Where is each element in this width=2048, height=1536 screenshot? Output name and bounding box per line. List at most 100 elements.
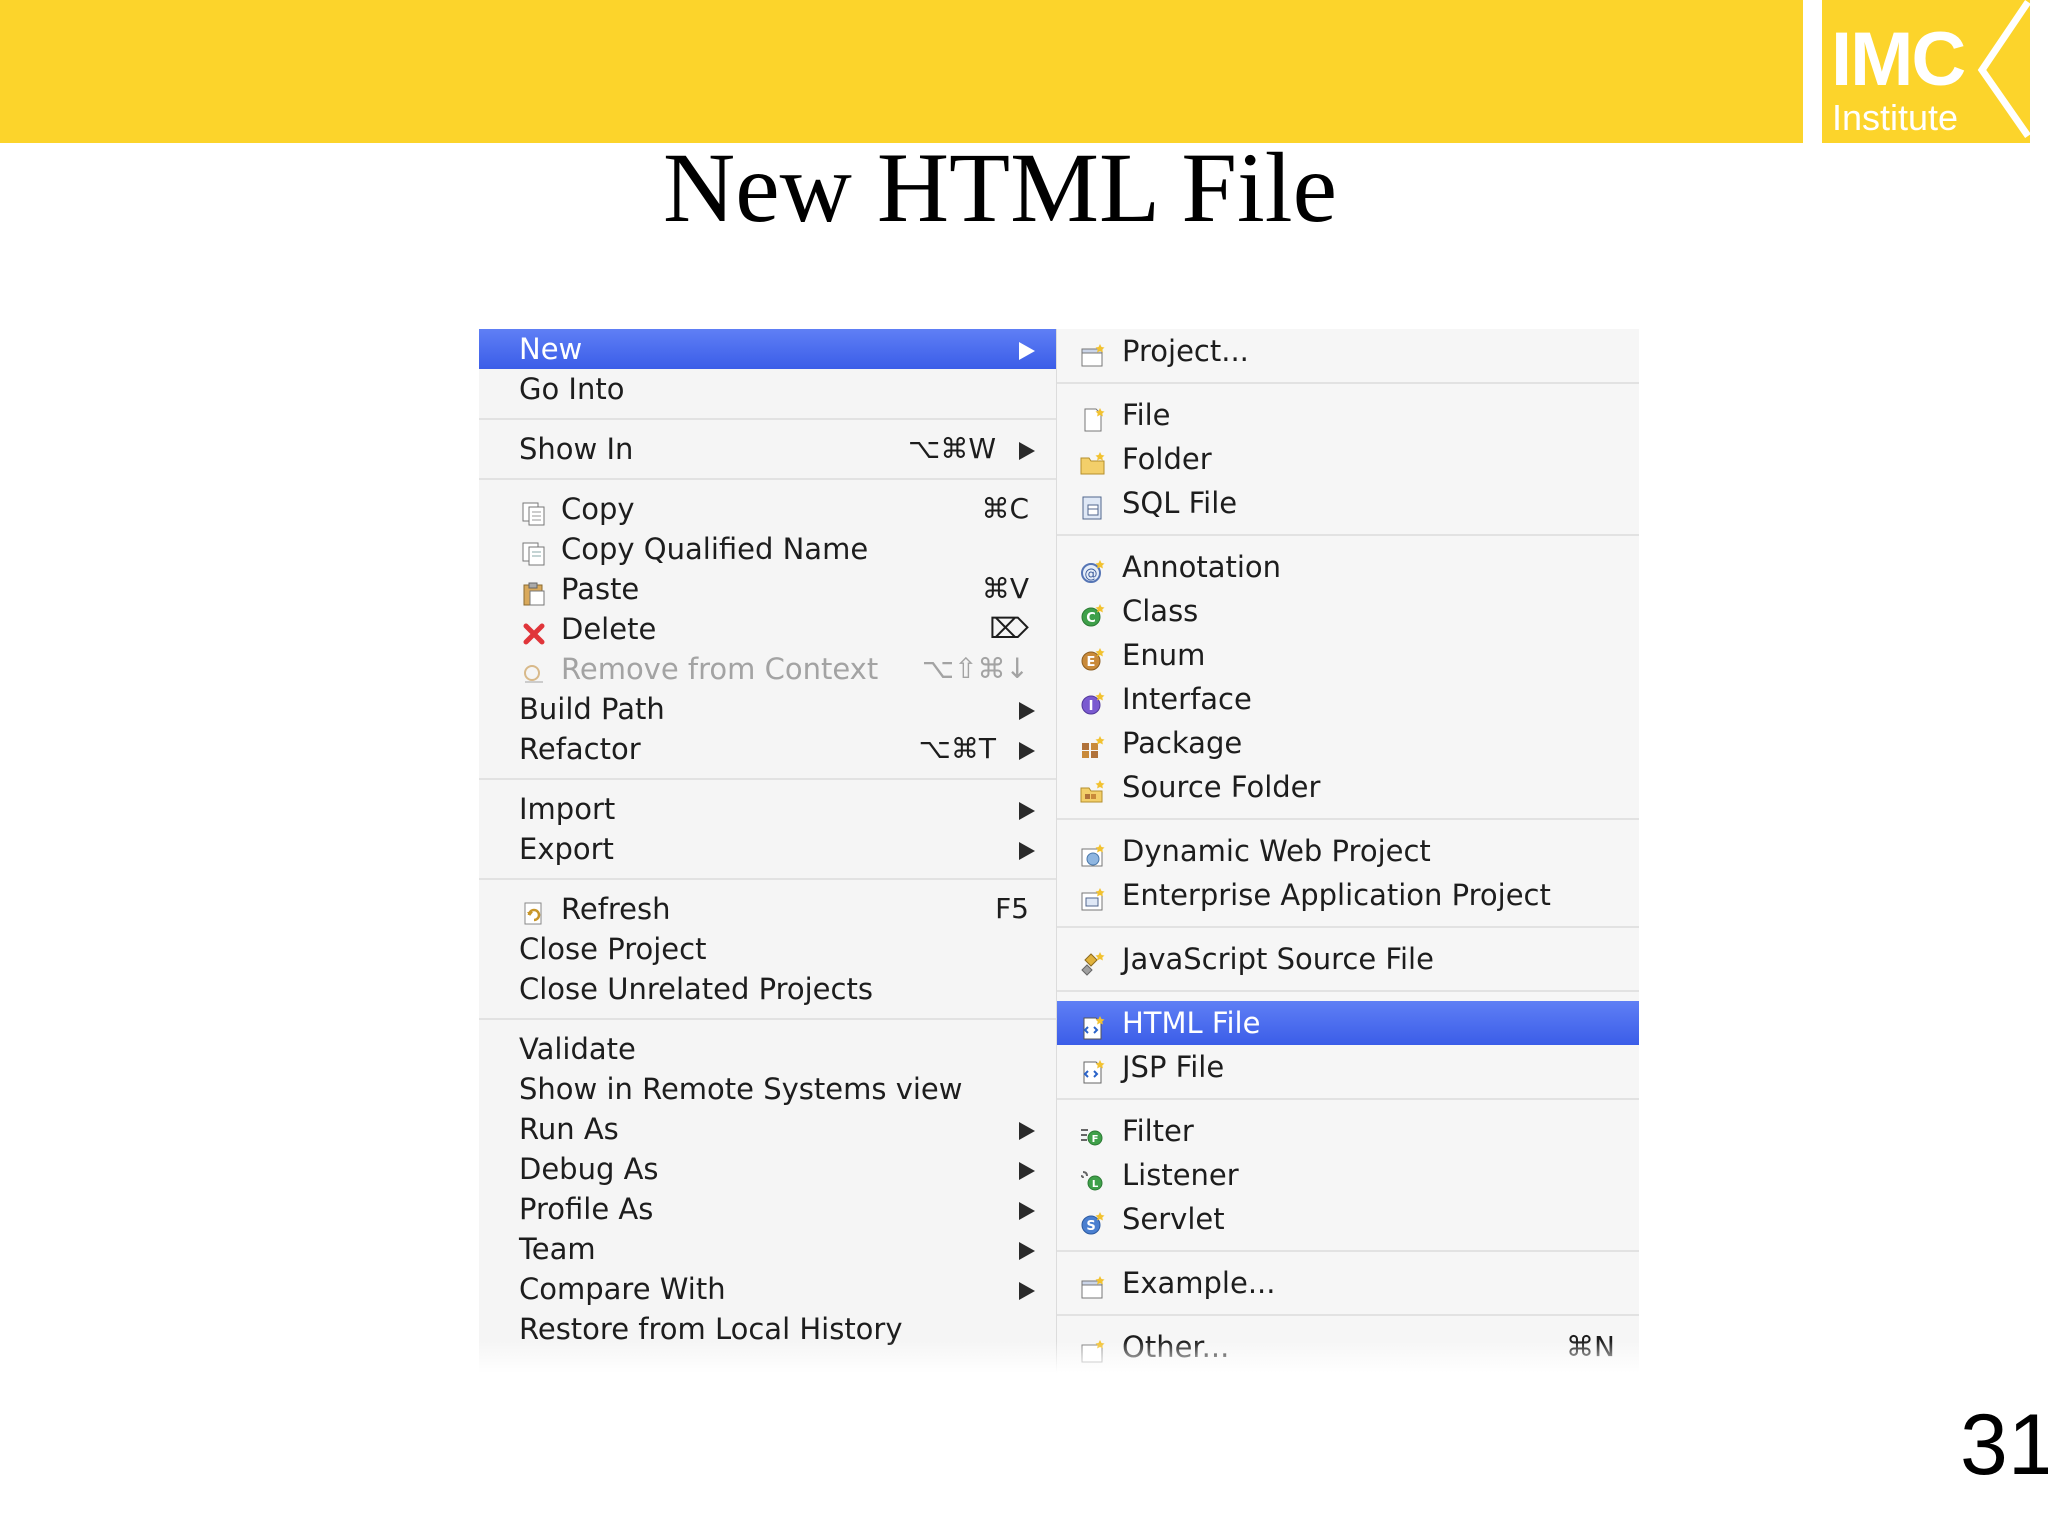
submenu-item-source-folder[interactable]: Source Folder	[1057, 765, 1639, 809]
submenu-item-sql-file[interactable]: SQL File	[1057, 481, 1639, 525]
menu-item-label: Interface	[1122, 682, 1252, 716]
submenu-arrow-icon	[1019, 342, 1035, 360]
submenu-item-dynamic-web-project[interactable]: Dynamic Web Project	[1057, 829, 1639, 873]
context-menu-item-paste[interactable]: Paste ⌘V	[479, 569, 1056, 609]
context-menu-screenshot: <meta http-equiv="Content-Type" <title>I…	[479, 329, 1639, 1381]
context-menu-item-validate[interactable]: Validate	[479, 1029, 1056, 1069]
menu-separator	[479, 869, 1056, 889]
menu-item-label: Filter	[1122, 1114, 1194, 1148]
menu-separator	[479, 1009, 1056, 1029]
menu-separator	[479, 409, 1056, 429]
submenu-arrow-icon	[1019, 1242, 1035, 1260]
context-menu-item-delete[interactable]: Delete ⌦	[479, 609, 1056, 649]
submenu-arrow-icon	[1019, 1282, 1035, 1300]
menu-item-label: Package	[1122, 726, 1243, 760]
submenu-item-annotation[interactable]: @ Annotation	[1057, 545, 1639, 589]
shortcut-label: ⌘V	[981, 572, 1029, 605]
menu-item-label: Run As	[519, 1112, 619, 1146]
menu-item-label: Validate	[519, 1032, 636, 1066]
page-number: 31	[1960, 1397, 2048, 1493]
context-menu-item-compare-with[interactable]: Compare With	[479, 1269, 1056, 1309]
submenu-item-example[interactable]: Example...	[1057, 1261, 1639, 1305]
menu-item-label: Servlet	[1122, 1202, 1225, 1236]
copy-icon	[521, 497, 547, 526]
submenu-item-enum[interactable]: E Enum	[1057, 633, 1639, 677]
context-menu-item-go-into[interactable]: Go Into	[479, 369, 1056, 409]
source-folder-icon	[1079, 774, 1107, 803]
slide-title: New HTML File	[663, 132, 1337, 243]
submenu-item-file[interactable]: File	[1057, 393, 1639, 437]
menu-item-label: JavaScript Source File	[1122, 942, 1434, 976]
delete-icon	[521, 617, 547, 645]
menu-separator	[479, 769, 1056, 789]
menu-item-label: Show in Remote Systems view	[519, 1072, 963, 1106]
menu-item-label: Debug As	[519, 1152, 659, 1186]
menu-item-label: Refactor	[519, 732, 641, 766]
svg-text:L: L	[1092, 1179, 1099, 1190]
context-menu-item-debug-as[interactable]: Debug As	[479, 1149, 1056, 1189]
context-menu-item-show-in[interactable]: Show In ⌥⌘W	[479, 429, 1056, 469]
menu-item-label: Close Unrelated Projects	[519, 972, 873, 1006]
context-menu-item-profile-as[interactable]: Profile As	[479, 1189, 1056, 1229]
submenu-item-listener[interactable]: L Listener	[1057, 1153, 1639, 1197]
context-menu-item-copy-qualified-name[interactable]: Copy Qualified Name	[479, 529, 1056, 569]
dynamic-web-project-icon	[1079, 838, 1107, 867]
context-menu-item-run-as[interactable]: Run As	[479, 1109, 1056, 1149]
context-menu-item-export[interactable]: Export	[479, 829, 1056, 869]
header-banner	[0, 0, 1803, 143]
submenu-item-html-file[interactable]: HTML File	[1057, 1001, 1639, 1045]
remove-context-icon	[521, 657, 547, 683]
menu-item-label: New	[519, 332, 583, 366]
svg-text:C: C	[1086, 611, 1096, 626]
interface-icon: I	[1079, 686, 1107, 715]
menu-separator	[1057, 1241, 1639, 1261]
menu-item-label: File	[1122, 398, 1171, 432]
project-icon	[1079, 338, 1107, 367]
menu-separator	[1057, 917, 1639, 937]
filter-icon: F	[1079, 1118, 1107, 1146]
submenu-item-filter[interactable]: F Filter	[1057, 1109, 1639, 1153]
context-menu-item-refresh[interactable]: Refresh F5	[479, 889, 1056, 929]
menu-item-label: Import	[519, 792, 616, 826]
context-menu-item-import[interactable]: Import	[479, 789, 1056, 829]
folder-icon	[1079, 446, 1107, 475]
context-menu-item-build-path[interactable]: Build Path	[479, 689, 1056, 729]
submenu-arrow-icon	[1019, 742, 1035, 760]
shortcut-label: ⌥⌘T	[918, 732, 996, 765]
enum-icon: E	[1079, 642, 1107, 671]
submenu-item-jsp-file[interactable]: JSP File	[1057, 1045, 1639, 1089]
menu-item-label: Profile As	[519, 1192, 654, 1226]
context-menu-item-close-unrelated-projects[interactable]: Close Unrelated Projects	[479, 969, 1056, 1009]
menu-item-label: Paste	[561, 572, 640, 606]
submenu-item-package[interactable]: Package	[1057, 721, 1639, 765]
submenu-item-enterprise-application-project[interactable]: Enterprise Application Project	[1057, 873, 1639, 917]
submenu-item-project[interactable]: Project...	[1057, 329, 1639, 373]
submenu-arrow-icon	[1019, 1122, 1035, 1140]
menu-item-label: Team	[519, 1232, 596, 1266]
shortcut-label: F5	[995, 892, 1029, 925]
submenu-item-servlet[interactable]: S Servlet	[1057, 1197, 1639, 1241]
context-menu-item-close-project[interactable]: Close Project	[479, 929, 1056, 969]
context-menu-item-refactor[interactable]: Refactor ⌥⌘T	[479, 729, 1056, 769]
refresh-icon	[521, 897, 547, 925]
svg-text:I: I	[1089, 699, 1094, 714]
menu-item-label: Example...	[1122, 1266, 1276, 1300]
context-menu-item-show-in-remote-systems-view[interactable]: Show in Remote Systems view	[479, 1069, 1056, 1109]
shortcut-label: ⌦	[989, 612, 1029, 645]
html-file-icon	[1079, 1010, 1107, 1040]
menu-item-label: Listener	[1122, 1158, 1239, 1192]
submenu-item-class[interactable]: C Class	[1057, 589, 1639, 633]
context-menu-item-team[interactable]: Team	[479, 1229, 1056, 1269]
svg-text:@: @	[1085, 567, 1098, 582]
package-icon	[1079, 730, 1107, 758]
menu-item-label: Enterprise Application Project	[1122, 878, 1551, 912]
submenu-item-folder[interactable]: Folder	[1057, 437, 1639, 481]
menu-item-label: Copy	[561, 492, 635, 526]
menu-item-label: Annotation	[1122, 550, 1282, 584]
context-menu-item-copy[interactable]: Copy ⌘C	[479, 489, 1056, 529]
servlet-icon: S	[1079, 1206, 1107, 1235]
submenu-item-interface[interactable]: I Interface	[1057, 677, 1639, 721]
context-menu-item-new[interactable]: New	[479, 329, 1056, 369]
menu-item-label: Dynamic Web Project	[1122, 834, 1431, 868]
submenu-item-javascript-source-file[interactable]: JavaScript Source File	[1057, 937, 1639, 981]
